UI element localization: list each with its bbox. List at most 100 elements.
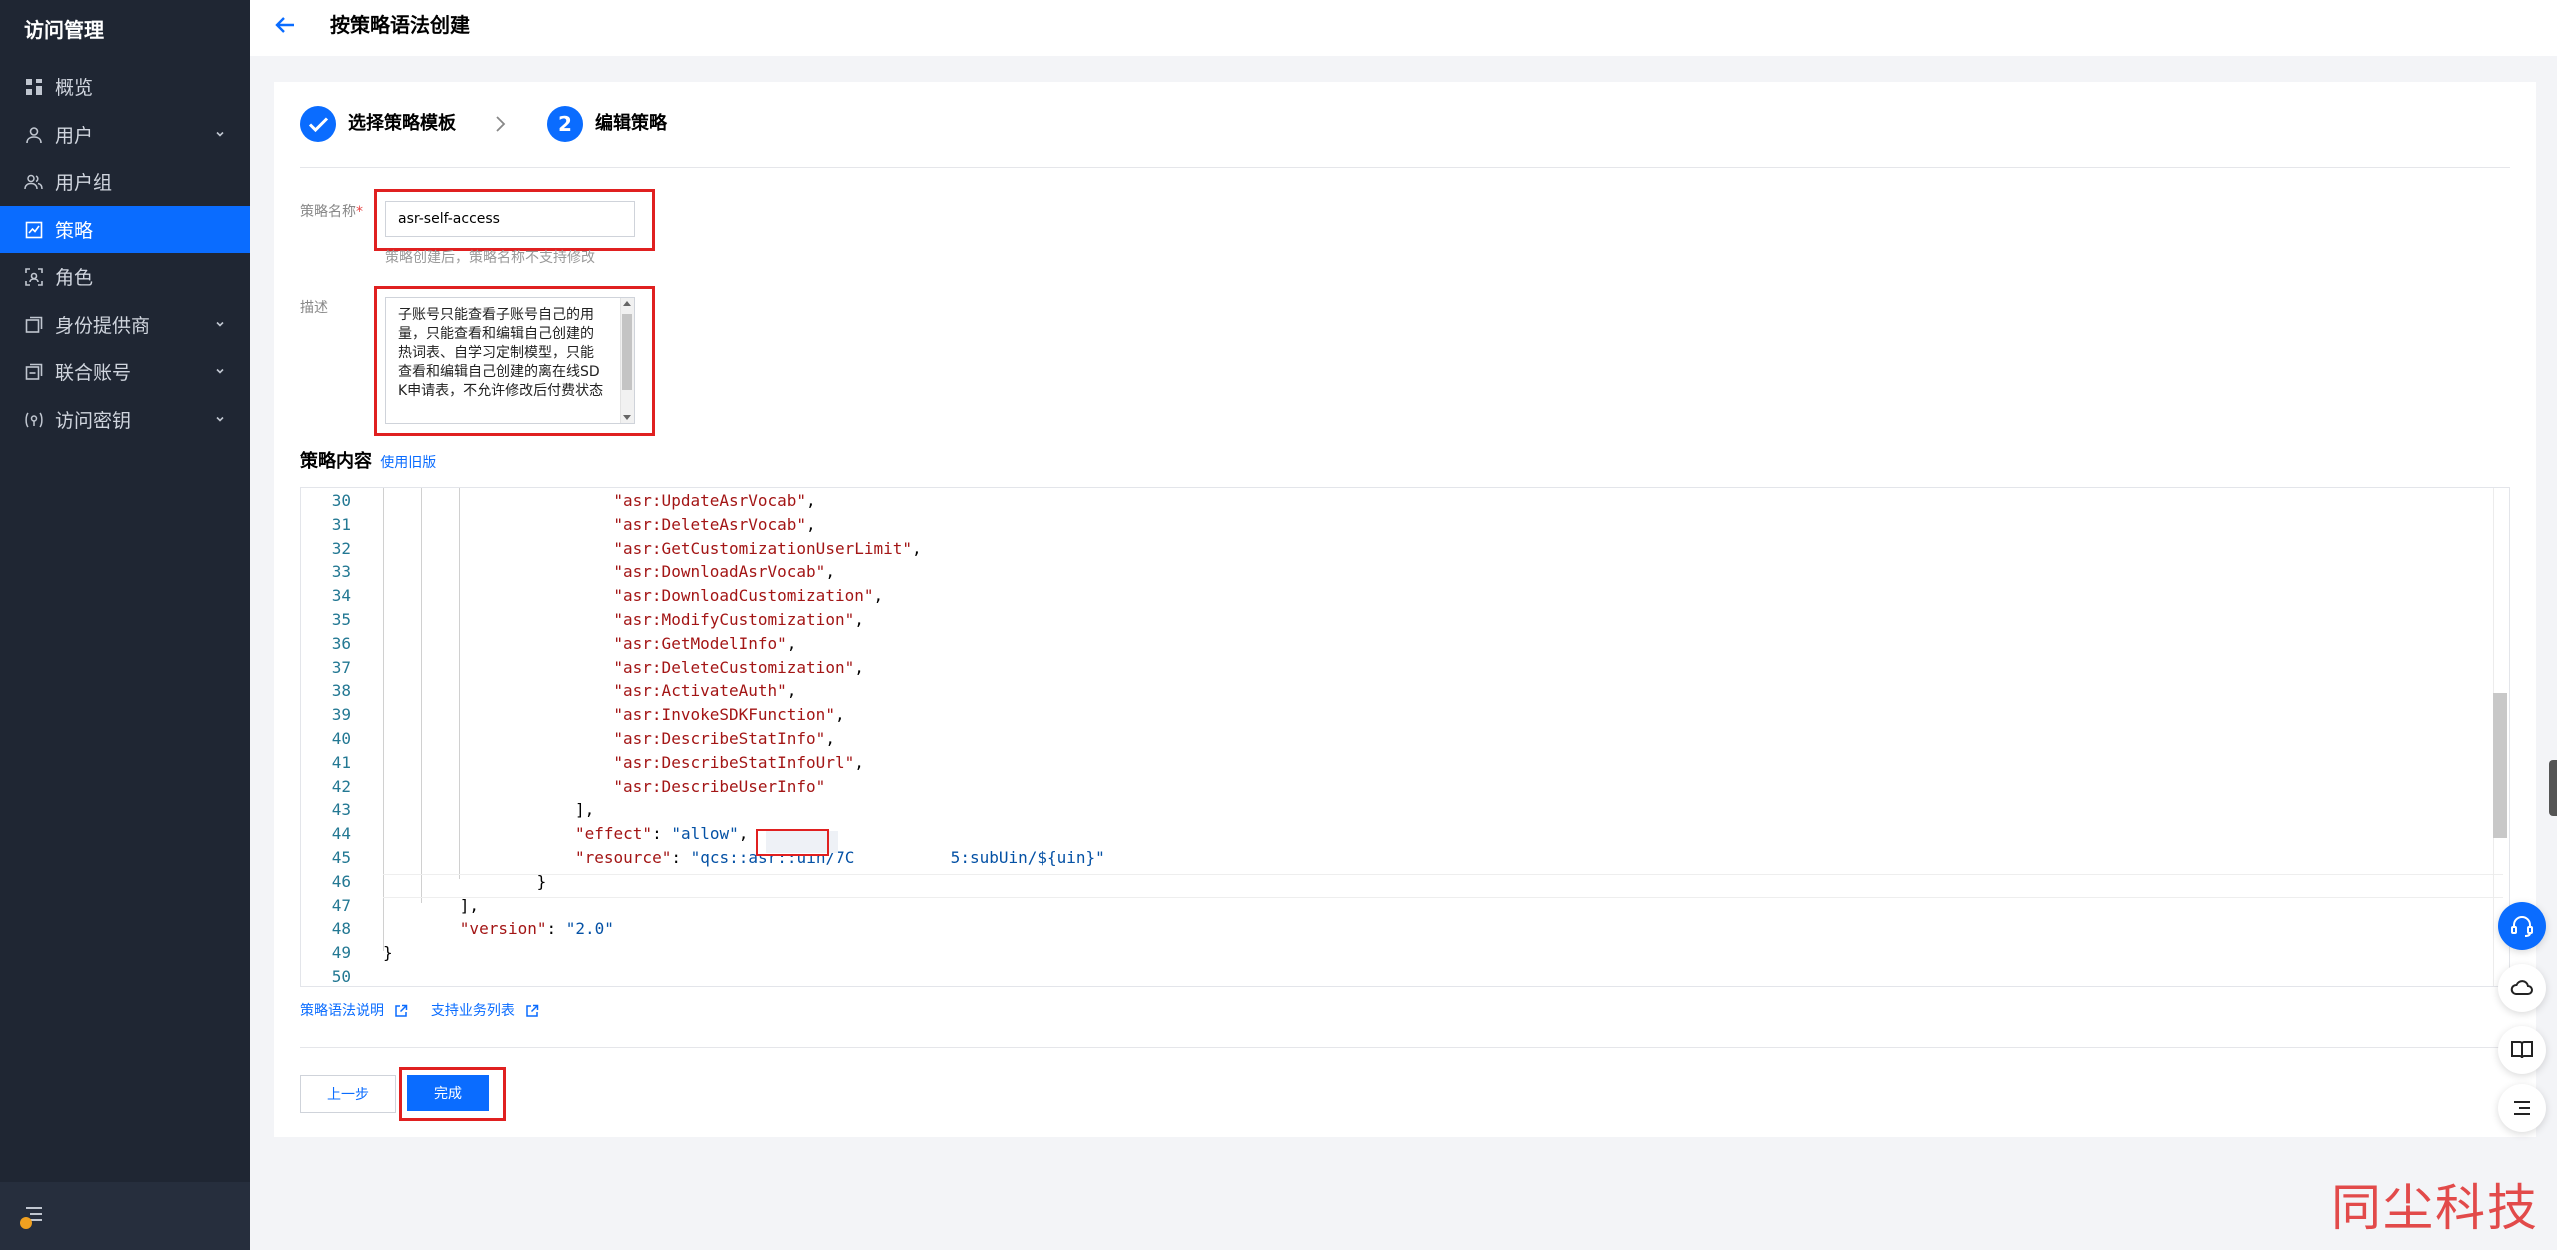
code-text: "resource": "qcs::asr::uin/7C 5:subUin/$… [575, 848, 1105, 867]
chevron-down-icon [216, 416, 224, 422]
code-line: 31 "asr:DeleteAsrVocab", [301, 513, 2501, 537]
code-line: 47], [301, 894, 2501, 918]
chevron-down-icon [216, 368, 224, 374]
sidebar-item-federated-accounts[interactable]: 联合账号 [0, 348, 250, 395]
policy-name-hint: 策略创建后，策略名称不支持修改 [385, 250, 595, 266]
sidebar-item-roles[interactable]: 角色 [0, 253, 250, 300]
scrollbar-thumb[interactable] [622, 314, 632, 390]
identity-provider-icon [23, 314, 45, 336]
watermark: 同尘科技 [2331, 1179, 2539, 1237]
sidebar-item-identity-providers[interactable]: 身份提供商 [0, 301, 250, 348]
policy-syntax-link[interactable]: 策略语法说明 [300, 1003, 413, 1019]
docs-button[interactable] [2498, 1026, 2546, 1074]
line-number: 30 [331, 491, 351, 510]
line-number: 35 [331, 610, 351, 629]
line-number: 46 [331, 871, 351, 891]
code-line: 42 "asr:DescribeUserInfo" [301, 775, 2501, 799]
side-drawer-tab[interactable] [2549, 760, 2557, 816]
code-line: 43], [301, 798, 2501, 822]
code-text: "effect": "allow", [575, 824, 749, 844]
line-number: 38 [331, 681, 351, 701]
supported-services-link[interactable]: 支持业务列表 [431, 1003, 539, 1019]
sidebar-item-label: 用户组 [55, 172, 113, 194]
code-text: "asr:DescribeUserInfo" [613, 776, 826, 796]
chevron-down-icon [216, 321, 224, 327]
line-number: 42 [331, 776, 351, 796]
sidebar-footer [0, 1182, 250, 1250]
step-2-number: 2 [547, 106, 583, 142]
code-text: } [383, 943, 393, 963]
sidebar-item-label: 策略 [55, 220, 94, 242]
access-key-icon [23, 409, 45, 431]
line-number: 32 [331, 538, 351, 558]
line-number: 31 [331, 514, 351, 534]
scroll-up-icon[interactable] [623, 301, 631, 306]
scrollbar-thumb[interactable] [2493, 693, 2507, 838]
sidebar-item-label: 角色 [55, 267, 94, 289]
textarea-scrollbar[interactable] [620, 298, 634, 423]
code-line: 34 "asr:DownloadCustomization", [301, 584, 2501, 608]
line-number: 45 [331, 848, 351, 867]
support-chat-button[interactable] [2498, 902, 2546, 950]
code-editor[interactable]: 30 "asr:UpdateAsrVocab", 31 "asr:DeleteAsrV… [300, 487, 2510, 987]
doc-links: 策略语法说明 支持业务列表 [300, 1000, 539, 1020]
sidebar-item-label: 身份提供商 [55, 315, 151, 337]
collapse-menu-icon[interactable] [18, 1202, 46, 1230]
finish-button[interactable]: 完成 [407, 1075, 489, 1111]
sidebar-item-users[interactable]: 用户 [0, 111, 250, 158]
sidebar-item-user-groups[interactable]: 用户组 [0, 158, 250, 205]
code-line: 50 [301, 965, 2501, 986]
cloud-icon [2510, 980, 2533, 995]
code-line: 38 "asr:ActivateAuth", [301, 679, 2501, 703]
page-title: 按策略语法创建 [330, 13, 470, 37]
line-number: 49 [331, 943, 351, 963]
sidebar: 访问管理 概览 用户 用户组 策略 角色 身份提供商 联合账号 访问密钥 [0, 0, 250, 1250]
cloud-button[interactable] [2498, 964, 2546, 1012]
user-icon [23, 124, 45, 146]
code-text: ], [575, 800, 595, 820]
back-arrow-icon[interactable] [272, 12, 298, 38]
divider [300, 167, 2510, 168]
highlight-box [756, 829, 829, 856]
previous-step-button[interactable]: 上一步 [300, 1075, 396, 1113]
code-line: 40 "asr:DescribeStatInfo", [301, 727, 2501, 751]
code-text: "asr:ModifyCustomization", [613, 610, 864, 629]
line-number: 39 [331, 705, 351, 725]
description-label: 描述 [300, 300, 328, 316]
legacy-editor-link[interactable]: 使用旧版 [380, 455, 436, 471]
code-line: 35 "asr:ModifyCustomization", [301, 608, 2501, 632]
chevron-down-icon [216, 131, 224, 137]
line-number: 33 [331, 562, 351, 582]
policy-name-label: 策略名称* [300, 204, 363, 220]
code-text: ], [459, 895, 480, 915]
line-number: 41 [331, 752, 351, 772]
line-number: 37 [331, 657, 351, 677]
code-text: "asr:InvokeSDKFunction", [613, 705, 845, 725]
line-number: 44 [331, 824, 351, 844]
policy-editor-card: 选择策略模板 2 编辑策略 策略名称* 策略创建后，策略名称不支持修改 描述 子… [274, 82, 2536, 1137]
policy-name-input[interactable] [385, 201, 635, 237]
role-icon [23, 266, 45, 288]
scroll-down-icon[interactable] [623, 415, 631, 420]
code-line: 32 "asr:GetCustomizationUserLimit", [301, 537, 2501, 561]
external-link-icon [526, 1004, 539, 1017]
code-text: "asr:DescribeStatInfo", [613, 729, 835, 748]
description-textarea[interactable]: 子账号只能查看子账号自己的用量，只能查看和编辑自己创建的热词表、自学习定制模型，… [385, 297, 635, 424]
sidebar-item-label: 访问密钥 [55, 410, 132, 432]
code-line: 48 "version": "2.0" [301, 917, 2501, 941]
code-text: "asr:DeleteCustomization", [613, 657, 864, 677]
sidebar-item-label: 概览 [55, 77, 94, 99]
line-number: 48 [331, 919, 351, 939]
line-number: 47 [331, 895, 351, 915]
sidebar-item-access-keys[interactable]: 访问密钥 [0, 396, 250, 443]
code-text: "asr:UpdateAsrVocab", [613, 491, 816, 510]
line-number: 50 [331, 967, 351, 986]
menu-button[interactable] [2498, 1084, 2546, 1132]
code-line: 36 "asr:GetModelInfo", [301, 632, 2501, 656]
sidebar-item-policies[interactable]: 策略 [0, 206, 250, 253]
sidebar-item-label: 联合账号 [55, 362, 132, 384]
required-mark: * [356, 204, 363, 220]
line-number: 36 [331, 633, 351, 653]
code-line: 41 "asr:DescribeStatInfoUrl", [301, 751, 2501, 775]
sidebar-item-overview[interactable]: 概览 [0, 63, 250, 110]
